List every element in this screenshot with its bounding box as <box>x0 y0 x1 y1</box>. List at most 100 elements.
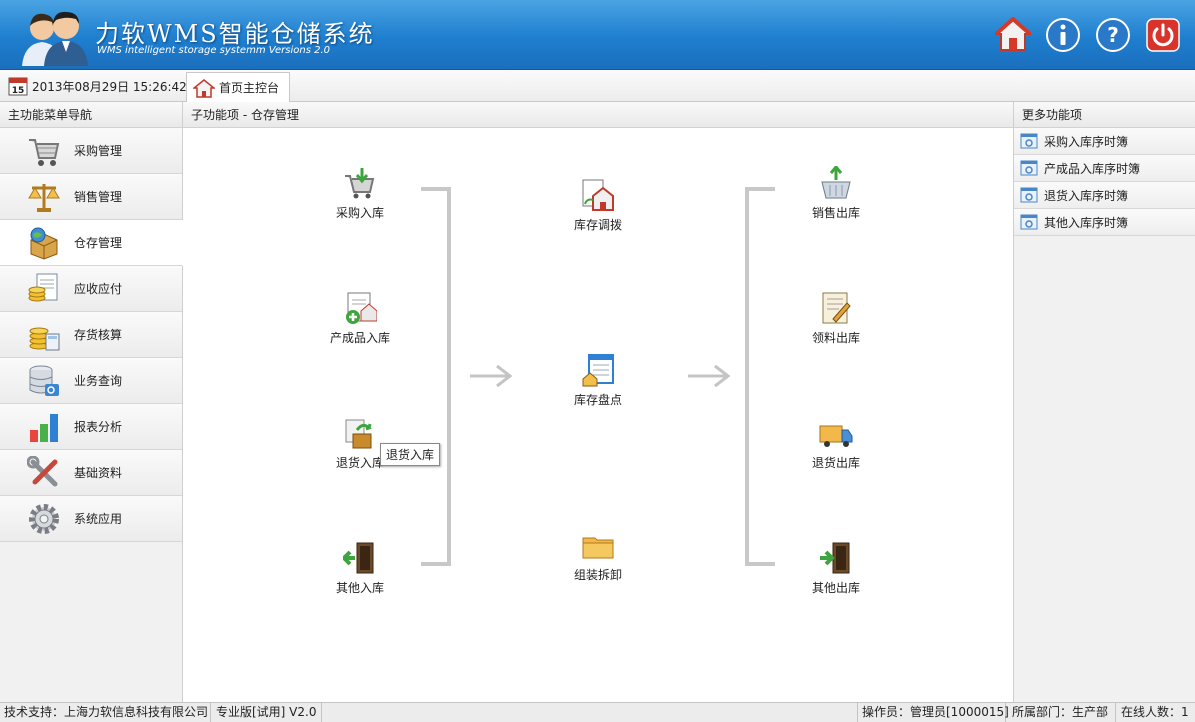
func-assembly-disassembly[interactable]: 组装拆卸 <box>553 528 643 583</box>
nav-label: 存货核算 <box>74 328 123 342</box>
sub-function-area: 采购入库 产成品入库 退货入库 其他入库 库存调拨 库存盘点 组装拆卸 销售出库… <box>183 128 1014 702</box>
info-icon <box>1046 18 1080 52</box>
bar-chart-icon <box>30 413 58 442</box>
list-search-icon <box>1020 187 1038 203</box>
nav-item-sales[interactable]: 销售管理 <box>0 174 182 220</box>
status-operator: 操作员：管理员[1000015] <box>858 703 1009 722</box>
door-exit-icon <box>820 542 850 574</box>
tab-label: 首页主控台 <box>219 81 280 95</box>
nav-label: 采购管理 <box>74 144 123 158</box>
more-item-label: 采购入库序时簿 <box>1044 134 1129 149</box>
info-button[interactable] <box>1045 17 1081 53</box>
svg-text:?: ? <box>1107 23 1119 47</box>
form-edit-icon <box>822 292 851 324</box>
nav-item-inventory-accounting[interactable]: 存货核算 <box>0 312 182 358</box>
datetime-display: 15 2013年08月29日 15:26:42 <box>4 74 194 98</box>
func-other-outbound[interactable]: 其他出库 <box>791 541 881 596</box>
tab-home-console[interactable]: 首页主控台 <box>186 72 291 102</box>
house-transfer-icon <box>582 179 614 211</box>
status-edition: 专业版[试用] V2.0 <box>212 703 322 722</box>
func-label: 销售出库 <box>811 206 860 220</box>
package-globe-icon <box>30 227 58 260</box>
func-sales-outbound[interactable]: 销售出库 <box>791 166 881 221</box>
nav-item-purchase[interactable]: 采购管理 <box>0 128 182 174</box>
power-icon <box>1146 18 1180 52</box>
svg-text:15: 15 <box>12 86 25 96</box>
toolbar: 15 2013年08月29日 15:26:42 首页主控台 <box>0 70 1195 102</box>
func-finished-goods-inbound[interactable]: 产成品入库 <box>315 291 405 346</box>
door-enter-icon <box>343 542 374 574</box>
status-support: 技术支持：上海力软信息科技有限公司 <box>0 703 211 722</box>
list-search-icon <box>1020 214 1038 230</box>
nav-item-basic-data[interactable]: 基础资料 <box>0 450 182 496</box>
more-item-other-journal[interactable]: 其他入库序时簿 <box>1014 209 1195 236</box>
help-icon: ? <box>1096 18 1130 52</box>
home-icon <box>994 17 1032 51</box>
arrow-right-icon <box>470 364 513 388</box>
home-icon <box>193 78 215 98</box>
nav-item-system[interactable]: 系统应用 <box>0 496 182 542</box>
tools-icon <box>27 455 58 486</box>
func-return-outbound[interactable]: 退货出库 <box>791 416 881 471</box>
truck-icon <box>819 425 853 447</box>
gear-icon <box>29 503 59 534</box>
nav-label: 基础资料 <box>74 466 123 480</box>
func-label: 采购入库 <box>335 206 384 220</box>
more-functions: 采购入库序时簿 产成品入库序时簿 退货入库序时簿 其他入库序时簿 <box>1013 128 1195 702</box>
status-bar: 技术支持：上海力软信息科技有限公司 专业版[试用] V2.0 操作员：管理员[1… <box>0 702 1195 722</box>
func-material-outbound[interactable]: 领料出库 <box>791 291 881 346</box>
func-stock-transfer[interactable]: 库存调拨 <box>553 178 643 233</box>
more-item-finished-goods-journal[interactable]: 产成品入库序时簿 <box>1014 155 1195 182</box>
func-label: 产成品入库 <box>329 331 390 345</box>
func-label: 其他入库 <box>335 581 384 595</box>
shopping-cart-icon <box>29 138 60 166</box>
calendar-icon: 15 <box>8 77 28 96</box>
func-label: 其他出库 <box>811 581 860 595</box>
exit-button[interactable] <box>1145 17 1181 53</box>
list-search-icon <box>1020 160 1038 176</box>
nav-label: 仓存管理 <box>74 236 123 250</box>
center-panel-heading: 子功能项 - 仓存管理 <box>183 102 1014 128</box>
nav-item-report-analysis[interactable]: 报表分析 <box>0 404 182 450</box>
left-panel-heading: 主功能菜单导航 <box>0 102 183 128</box>
tooltip: 退货入库 <box>380 443 441 466</box>
nav-label: 业务查询 <box>74 374 123 388</box>
list-search-icon <box>1020 133 1038 149</box>
func-label: 领料出库 <box>811 331 860 345</box>
nav-item-business-query[interactable]: 业务查询 <box>0 358 182 404</box>
func-label: 库存盘点 <box>573 393 622 407</box>
func-label: 退货出库 <box>811 456 860 470</box>
func-label: 库存调拨 <box>573 218 622 232</box>
app-subtitle: WMS intelligent storage systemm Versions… <box>97 45 330 56</box>
basket-out-icon <box>821 166 851 199</box>
more-item-return-journal[interactable]: 退货入库序时簿 <box>1014 182 1195 209</box>
func-other-inbound[interactable]: 其他入库 <box>315 541 405 596</box>
more-item-purchase-journal[interactable]: 采购入库序时簿 <box>1014 128 1195 155</box>
datetime-text: 2013年08月29日 15:26:42 <box>32 79 187 94</box>
folder-box-icon <box>582 537 614 559</box>
func-stock-count[interactable]: 库存盘点 <box>553 353 643 408</box>
help-button[interactable]: ? <box>1095 17 1131 53</box>
database-search-icon <box>29 365 59 396</box>
home-button[interactable] <box>994 17 1032 53</box>
more-item-label: 产成品入库序时簿 <box>1044 161 1141 176</box>
arrow-right-icon <box>688 364 731 388</box>
right-panel-heading: 更多功能项 <box>1013 102 1195 128</box>
app-title: 力软WMS智能仓储系统 <box>95 20 375 48</box>
nav-label: 应收应付 <box>74 282 123 296</box>
nav-label: 系统应用 <box>74 512 123 526</box>
coins-calculator-icon <box>29 327 60 350</box>
return-box-icon <box>345 419 372 449</box>
scales-icon <box>28 183 60 212</box>
app-header: 力软WMS智能仓储系统 WMS intelligent storage syst… <box>0 0 1195 70</box>
cart-in-icon <box>345 168 375 199</box>
nav-item-receivable-payable[interactable]: 应收应付 <box>0 266 182 312</box>
stock-count-icon <box>582 354 614 387</box>
nav-label: 报表分析 <box>74 420 123 434</box>
func-purchase-inbound[interactable]: 采购入库 <box>315 166 405 221</box>
users-logo-icon <box>22 11 88 66</box>
status-online: 在线人数：1 <box>1121 705 1189 719</box>
nav-item-warehouse[interactable]: 仓存管理 <box>0 220 183 266</box>
main-nav: 采购管理 销售管理 仓存管理 应收应付 存货核算 业务查询 报表分析 基础资料 … <box>0 128 183 702</box>
status-spacer <box>322 703 858 722</box>
